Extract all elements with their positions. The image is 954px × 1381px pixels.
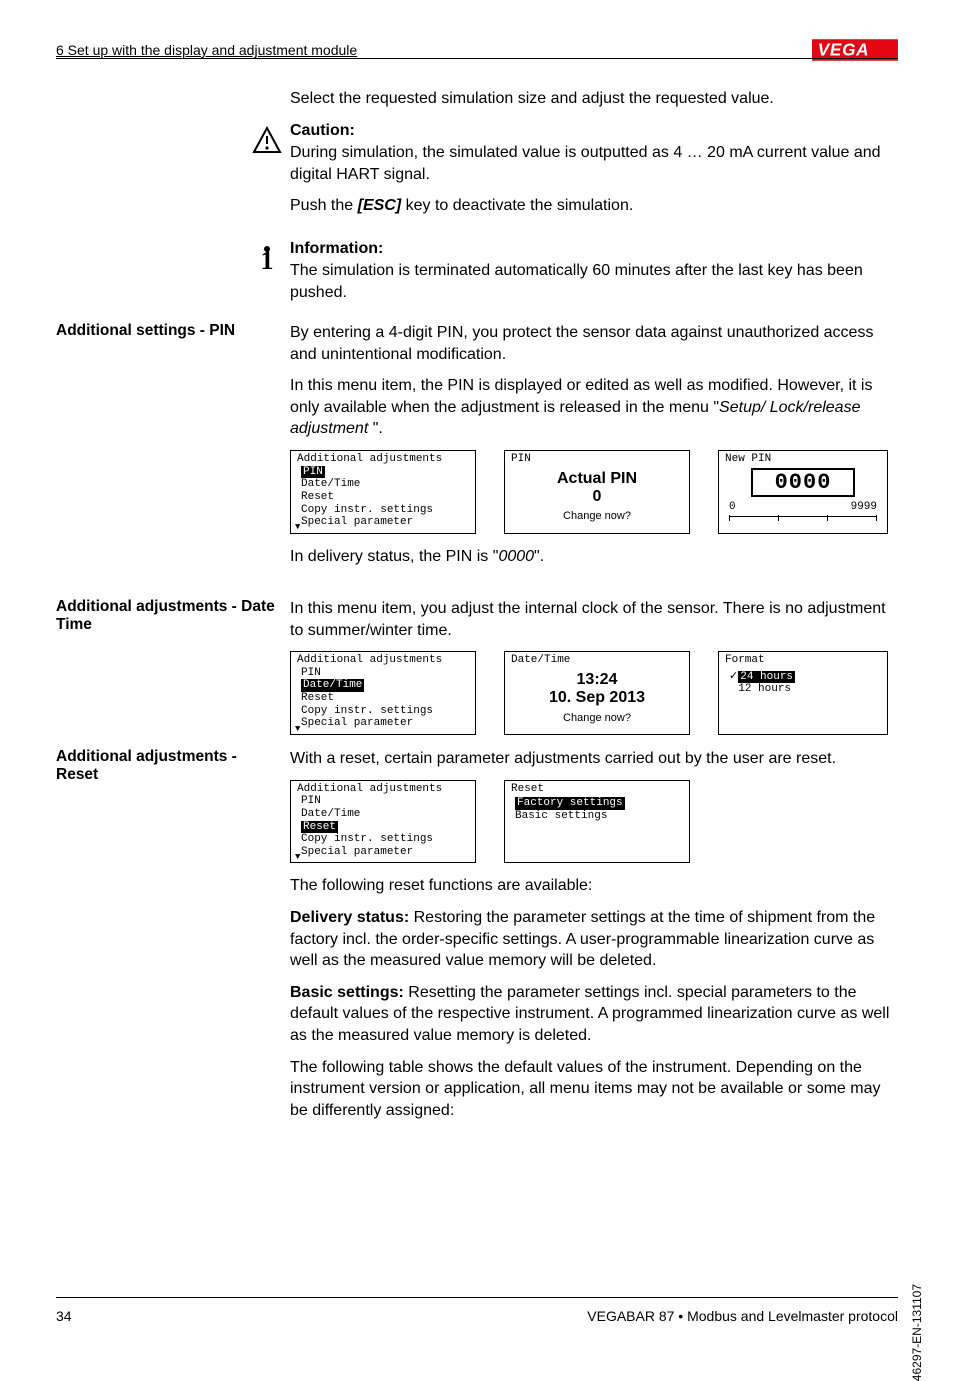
info-icon: 1 (248, 246, 286, 274)
info-block: Information: The simulation is terminate… (290, 240, 898, 313)
reset-basic-heading: Basic settings: (290, 984, 404, 1001)
lcd-dt-menu: Additional adjustments PIN Date/Time Res… (290, 651, 476, 735)
pin-block: By entering a 4-digit PIN, you protect t… (290, 322, 898, 577)
lcd-reset-options-title: Reset (511, 783, 683, 796)
lcd-reset-options: Reset Factory settings Basic settings (504, 780, 690, 864)
lcd-pin-actual: PIN Actual PIN 0 Change now? (504, 450, 690, 534)
lcd-dt-item-special: Special parameter (301, 717, 413, 729)
caution-body-2-post: key to deactivate the simulation. (401, 197, 633, 214)
lcd-dt-format-12: 12 hours (738, 683, 791, 695)
reset-delivery-heading: Delivery status: (290, 909, 409, 926)
esc-key-label: [ESC] (358, 197, 402, 214)
lcd-reset-menu-title: Additional adjustments (297, 783, 469, 796)
lcd-reset-factory: Factory settings (515, 797, 625, 810)
header-section-title: 6 Set up with the display and adjustment… (56, 42, 357, 58)
sidebar-label-pin: Additional settings - PIN (56, 322, 276, 340)
down-arrow-icon: ▼ (295, 852, 300, 862)
footer-rule (56, 1297, 898, 1298)
pin-p2: In this menu item, the PIN is displayed … (290, 375, 898, 440)
lcd-dt-menu-title: Additional adjustments (297, 654, 469, 667)
lcd-dt-format: Format ✓24 hours ✓12 hours (718, 651, 888, 735)
brand-logo: VEGA (812, 36, 898, 64)
intro-block: Select the requested simulation size and… (290, 88, 898, 120)
caution-body-1: During simulation, the simulated value i… (290, 142, 898, 185)
lcd-reset-item-reset: Reset (301, 821, 338, 834)
datetime-p1: In this menu item, you adjust the intern… (290, 598, 898, 641)
caution-icon (248, 126, 286, 159)
lcd-dt-item-pin: PIN (301, 667, 321, 679)
lcd-pin-actual-title: PIN (511, 453, 683, 466)
lcd-pin-actual-line1: Actual PIN (511, 470, 683, 488)
pin-delivery-line: In delivery status, the PIN is "0000". (290, 546, 898, 568)
pin-delivery-pre: In delivery status, the PIN is " (290, 548, 498, 565)
info-body: The simulation is terminated automatical… (290, 260, 898, 303)
reset-p1: With a reset, certain parameter adjustme… (290, 748, 898, 770)
pin-lcd-row: Additional adjustments PIN Date/Time Res… (290, 450, 898, 534)
pin-p1: By entering a 4-digit PIN, you protect t… (290, 322, 898, 365)
lcd-new-pin-title: New PIN (725, 453, 881, 466)
footer-product: VEGABAR 87 • Modbus and Levelmaster prot… (587, 1308, 898, 1324)
caution-heading: Caution: (290, 122, 898, 140)
lcd-dt-format-24: 24 hours (738, 671, 795, 684)
datetime-lcd-row: Additional adjustments PIN Date/Time Res… (290, 651, 898, 735)
reset-following: The following reset functions are availa… (290, 875, 898, 897)
lcd-pin-menu-title: Additional adjustments (297, 453, 469, 466)
reset-block: With a reset, certain parameter adjustme… (290, 748, 898, 1131)
pin-delivery-post: ". (534, 548, 544, 565)
lcd-reset-item-datetime: Date/Time (301, 808, 360, 820)
reset-lcd-row: Additional adjustments PIN Date/Time Res… (290, 780, 898, 864)
lcd-new-pin-min: 0 (729, 501, 736, 514)
caution-body-2: Push the [ESC] key to deactivate the sim… (290, 195, 898, 217)
lcd-dt-item-datetime: Date/Time (301, 679, 364, 692)
lcd-reset-basic: Basic settings (515, 810, 607, 822)
lcd-pin-actual-line2: 0 (511, 488, 683, 506)
datetime-block: In this menu item, you adjust the intern… (290, 598, 898, 747)
lcd-pin-item-datetime: Date/Time (301, 478, 360, 490)
info-heading: Information: (290, 240, 898, 258)
lcd-new-pin-max: 9999 (851, 501, 877, 514)
caution-block: Caution: During simulation, the simulate… (290, 122, 898, 227)
lcd-pin-item-reset: Reset (301, 491, 334, 503)
reset-basic-para: Basic settings: Resetting the parameter … (290, 982, 898, 1047)
down-arrow-icon: ▼ (295, 724, 300, 734)
reset-delivery-para: Delivery status: Restoring the parameter… (290, 907, 898, 972)
lcd-pin-menu: Additional adjustments PIN Date/Time Res… (290, 450, 476, 534)
lcd-dt-date: 10. Sep 2013 (511, 689, 683, 707)
lcd-pin-item-pin: PIN (301, 466, 325, 479)
lcd-reset-menu: Additional adjustments PIN Date/Time Res… (290, 780, 476, 864)
lcd-dt-clock: Date/Time 13:24 10. Sep 2013 Change now? (504, 651, 690, 735)
lcd-pin-item-special: Special parameter (301, 516, 413, 528)
down-arrow-icon: ▼ (295, 522, 300, 532)
pin-delivery-em: 0000 (498, 548, 534, 565)
lcd-dt-item-copy: Copy instr. settings (301, 705, 433, 717)
header-rule (56, 58, 898, 59)
lcd-reset-item-pin: PIN (301, 795, 321, 807)
footer-docid: 46297-EN-131107 (910, 1284, 924, 1381)
footer-page-number: 34 (56, 1308, 72, 1324)
lcd-new-pin-value: 0000 (751, 468, 855, 497)
lcd-dt-change: Change now? (511, 712, 683, 725)
lcd-dt-format-title: Format (725, 654, 881, 667)
lcd-dt-time: 13:24 (511, 671, 683, 689)
lcd-pin-item-copy: Copy instr. settings (301, 504, 433, 516)
reset-table-intro: The following table shows the default va… (290, 1057, 898, 1122)
lcd-reset-item-special: Special parameter (301, 846, 413, 858)
lcd-pin-actual-line3: Change now? (511, 510, 683, 523)
svg-text:VEGA: VEGA (818, 40, 870, 60)
page-header: 6 Set up with the display and adjustment… (56, 36, 898, 64)
lcd-dt-item-reset: Reset (301, 692, 334, 704)
caution-body-2-pre: Push the (290, 197, 358, 214)
page-footer: 34 VEGABAR 87 • Modbus and Levelmaster p… (56, 1308, 898, 1324)
sidebar-label-datetime: Additional adjustments - Date Time (56, 598, 276, 634)
pin-p2-post: ". (368, 420, 383, 437)
sidebar-label-reset: Additional adjustments - Reset (56, 748, 276, 784)
lcd-reset-item-copy: Copy instr. settings (301, 833, 433, 845)
lcd-new-pin: New PIN 0000 0 9999 (718, 450, 888, 534)
intro-text: Select the requested simulation size and… (290, 88, 898, 110)
check-icon: ✓ (729, 671, 738, 683)
page: 6 Set up with the display and adjustment… (0, 0, 954, 1354)
lcd-dt-clock-title: Date/Time (511, 654, 683, 667)
